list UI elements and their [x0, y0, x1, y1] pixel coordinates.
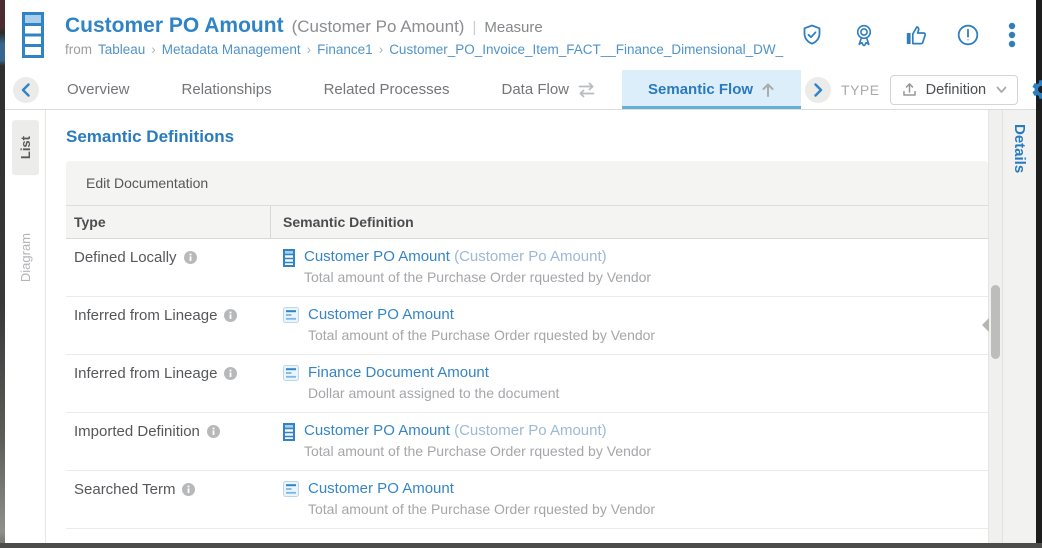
breadcrumb-prefix: from: [65, 42, 92, 57]
tab-label: Data Flow: [501, 81, 569, 98]
gear-icon[interactable]: [1030, 78, 1042, 101]
breadcrumb-separator: ›: [379, 42, 384, 57]
chevron-left-icon[interactable]: [13, 77, 39, 103]
tab-overview[interactable]: Overview: [41, 70, 156, 109]
info-icon[interactable]: [182, 483, 195, 496]
row-type-label: Inferred from Lineage: [74, 307, 217, 324]
edit-documentation-button[interactable]: Edit Documentation: [66, 161, 988, 205]
page-title: Customer PO Amount: [65, 14, 284, 38]
column-header-type: Type: [66, 206, 271, 238]
column-icon: [283, 423, 295, 441]
definition-link[interactable]: Customer PO Amount: [308, 306, 454, 323]
app-window: Customer PO Amount (Customer Po Amount) …: [5, 0, 1036, 543]
tab-bar-right-cluster: TYPE Definition: [801, 70, 1042, 109]
column-header-semantic-definition: Semantic Definition: [271, 214, 988, 230]
row-type-label: Searched Term: [74, 481, 175, 498]
definition-link[interactable]: Customer PO Amount: [304, 422, 450, 439]
page-title-alias: (Customer Po Amount): [292, 17, 465, 37]
row-type-label: Defined Locally: [74, 249, 177, 266]
term-icon: [283, 481, 299, 497]
table-row: Defined Locally Customer PO Amount (Cust…: [66, 239, 988, 297]
table-row: Inferred from Lineage Finance Document A…: [66, 355, 988, 413]
definition-description: Total amount of the Purchase Order rques…: [308, 500, 655, 519]
info-icon[interactable]: [224, 309, 237, 322]
definition-dropdown[interactable]: Definition: [890, 75, 1018, 105]
semantic-definitions-panel: Semantic Definitions Edit Documentation …: [46, 110, 988, 543]
tab-relationships[interactable]: Relationships: [156, 70, 298, 109]
table-header: Type Semantic Definition: [66, 205, 988, 239]
term-icon: [283, 365, 299, 381]
row-type-label: Imported Definition: [74, 423, 200, 440]
breadcrumb-item-metadata-management[interactable]: Metadata Management: [162, 42, 301, 57]
info-icon[interactable]: [207, 425, 220, 438]
vertical-scrollbar[interactable]: [988, 110, 1002, 543]
header-text: Customer PO Amount (Customer Po Amount) …: [65, 14, 790, 57]
title-divider: |: [472, 19, 476, 36]
breadcrumb: from Tableau › Metadata Management › Fin…: [65, 42, 790, 57]
scrollbar-thumb[interactable]: [991, 285, 1000, 359]
panel-collapse-arrow-icon[interactable]: [982, 318, 989, 332]
table-row: Searched Term Customer PO Amount T: [66, 471, 988, 529]
shield-check-icon[interactable]: [798, 21, 826, 49]
column-icon: [22, 12, 44, 58]
definition-alias: (Customer Po Amount): [454, 248, 607, 265]
thumbs-up-icon[interactable]: [902, 21, 930, 49]
view-switcher-rail: List Diagram: [5, 110, 46, 543]
row-type-label: Inferred from Lineage: [74, 365, 217, 382]
details-tab[interactable]: Details: [1011, 124, 1028, 173]
award-ribbon-icon[interactable]: [850, 21, 878, 49]
view-tab-diagram[interactable]: Diagram: [12, 229, 39, 286]
tab-data-flow[interactable]: Data Flow: [475, 70, 622, 109]
asset-type-label: Measure: [484, 19, 542, 36]
breadcrumb-separator: ›: [307, 42, 312, 57]
edit-documentation-label: Edit Documentation: [86, 175, 208, 191]
publish-icon: [901, 81, 918, 98]
term-icon: [283, 307, 299, 323]
info-icon[interactable]: [184, 251, 197, 264]
arrow-up-icon: [761, 82, 775, 98]
section-heading: Semantic Definitions: [66, 127, 988, 147]
chevron-down-icon: [996, 86, 1007, 94]
tab-bar: Overview Relationships Related Processes…: [5, 70, 1036, 110]
type-label: TYPE: [841, 82, 880, 98]
breadcrumb-item-table[interactable]: Customer_PO_Invoice_Item_FACT__Finance_D…: [389, 42, 783, 57]
tab-related-processes[interactable]: Related Processes: [298, 70, 476, 109]
swap-arrows-icon: [577, 82, 596, 98]
header-actions: [790, 14, 1026, 56]
definition-link[interactable]: Finance Document Amount: [308, 364, 489, 381]
info-icon[interactable]: [224, 367, 237, 380]
table-row: Imported Definition Customer PO Amount (…: [66, 413, 988, 471]
table-row: Inferred from Lineage Customer PO Amount: [66, 297, 988, 355]
view-tab-list[interactable]: List: [12, 120, 39, 175]
definition-description: Total amount of the Purchase Order rques…: [304, 268, 651, 287]
details-rail: Details: [1002, 110, 1036, 543]
definition-link[interactable]: Customer PO Amount: [308, 480, 454, 497]
asset-header: Customer PO Amount (Customer Po Amount) …: [5, 0, 1036, 70]
alert-circle-icon[interactable]: [954, 21, 982, 49]
tab-label: Semantic Flow: [648, 81, 753, 98]
tab-label: Overview: [67, 81, 130, 98]
content-body: List Diagram Semantic Definitions Edit D…: [5, 110, 1036, 543]
breadcrumb-separator: ›: [151, 42, 156, 57]
definition-description: Total amount of the Purchase Order rques…: [308, 326, 655, 345]
tab-label: Related Processes: [324, 81, 450, 98]
definition-description: Total amount of the Purchase Order rques…: [304, 442, 651, 461]
definition-dropdown-value: Definition: [926, 82, 986, 98]
definition-description: Dollar amount assigned to the document: [308, 384, 559, 403]
tab-semantic-flow[interactable]: Semantic Flow: [622, 70, 801, 109]
tab-label: Relationships: [182, 81, 272, 98]
background-window-edge-bottom: [0, 543, 1042, 548]
column-icon: [283, 249, 295, 267]
breadcrumb-item-tableau[interactable]: Tableau: [98, 42, 145, 57]
definition-alias: (Customer Po Amount): [454, 422, 607, 439]
chevron-right-icon[interactable]: [805, 77, 831, 103]
breadcrumb-item-finance1[interactable]: Finance1: [317, 42, 373, 57]
kebab-menu-icon[interactable]: [1006, 20, 1018, 50]
definition-link[interactable]: Customer PO Amount: [304, 248, 450, 265]
